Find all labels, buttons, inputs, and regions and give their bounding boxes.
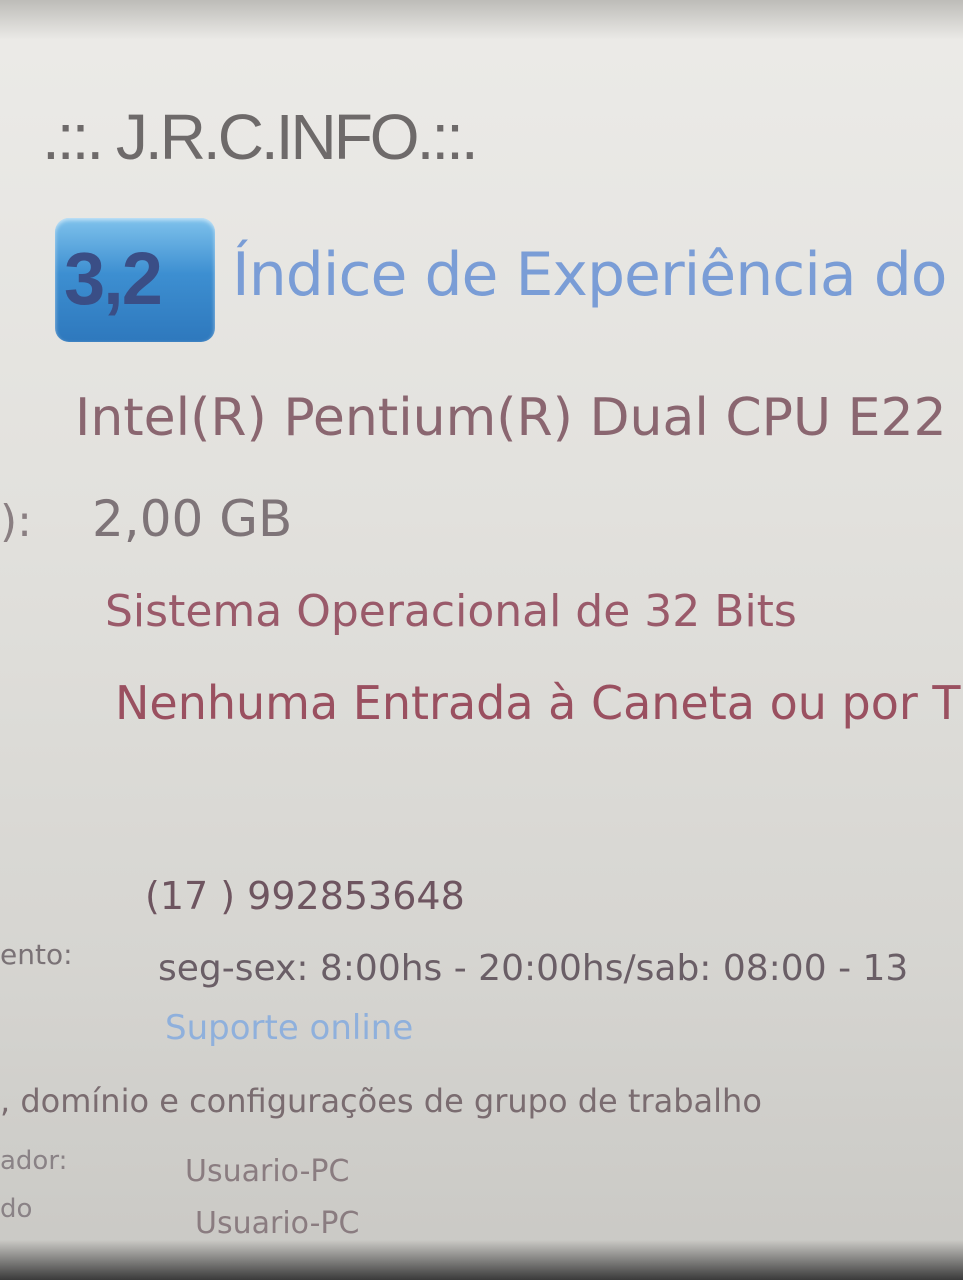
pen-touch-value: Nenhuma Entrada à Caneta ou por T	[115, 676, 961, 730]
experience-index-score[interactable]: 3,2	[64, 236, 163, 321]
ram-label: ):	[0, 496, 32, 547]
support-phone: (17 ) 992853648	[145, 874, 465, 918]
monitor-bezel-shadow	[0, 0, 963, 40]
monitor-bottom-edge	[0, 1240, 963, 1280]
full-computer-name-value: Usuario-PC	[195, 1206, 360, 1241]
computer-name-section-heading: , domínio e configurações de grupo de tr…	[0, 1082, 762, 1120]
computer-name-label: ador:	[0, 1146, 68, 1176]
processor-value: Intel(R) Pentium(R) Dual CPU E22	[75, 388, 947, 448]
system-type-value: Sistema Operacional de 32 Bits	[105, 586, 797, 637]
support-hours-value: seg-sex: 8:00hs - 20:00hs/sab: 08:00 - 1…	[158, 948, 909, 989]
support-hours-label: ento:	[0, 938, 73, 971]
ram-value: 2,00 GB	[92, 490, 293, 548]
computer-name-value: Usuario-PC	[185, 1154, 350, 1189]
online-support-link[interactable]: Suporte online	[165, 1008, 413, 1048]
system-properties-window: .::. J.R.C.INFO.::. 3,2 Índice de Experi…	[0, 0, 963, 1280]
experience-index-link[interactable]: Índice de Experiência do W	[232, 240, 963, 310]
full-computer-name-label: do	[0, 1194, 33, 1224]
manufacturer-name: .::. J.R.C.INFO.::.	[42, 101, 479, 173]
